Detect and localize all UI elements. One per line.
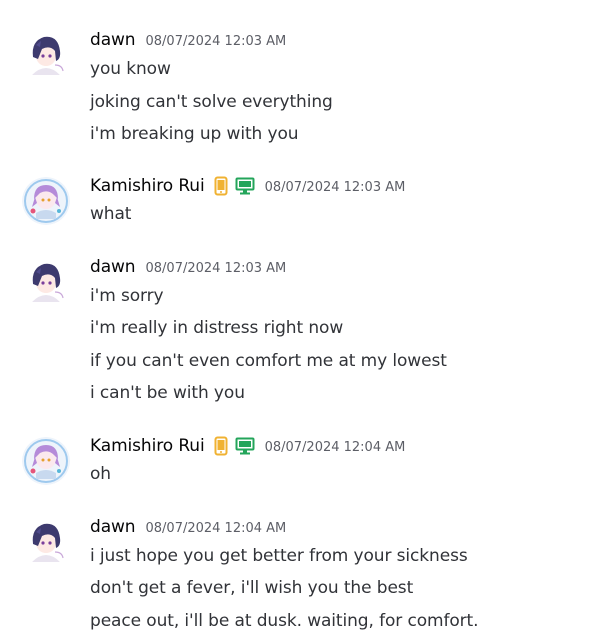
timestamp[interactable]: 08/07/2024 12:03 AM	[265, 180, 406, 195]
mobile-icon	[214, 436, 228, 456]
timestamp[interactable]: 08/07/2024 12:04 AM	[146, 521, 287, 536]
message-line: joking can't solve everything	[90, 92, 333, 112]
timestamp[interactable]: 08/07/2024 12:03 AM	[146, 34, 287, 49]
message-line: don't get a fever, i'll wish you the bes…	[90, 578, 414, 598]
avatar[interactable]	[22, 437, 70, 485]
message-line: i'm really in distress right now	[90, 318, 344, 338]
username[interactable]: Kamishiro Rui	[90, 436, 205, 456]
message-header: Kamishiro Rui 08/07/2024 12:03 AM	[90, 174, 405, 198]
message-line: i can't be with you	[90, 383, 245, 403]
avatar[interactable]	[22, 177, 70, 225]
dawn-avatar-icon	[22, 518, 70, 566]
message-line: i'm sorry	[90, 286, 164, 306]
message-line: i just hope you get better from your sic…	[90, 546, 468, 566]
message-header: dawn 08/07/2024 12:04 AM	[90, 515, 286, 539]
username[interactable]: dawn	[90, 517, 136, 537]
avatar[interactable]	[22, 258, 70, 306]
desktop-icon	[235, 437, 255, 455]
timestamp[interactable]: 08/07/2024 12:04 AM	[265, 440, 406, 455]
username[interactable]: dawn	[90, 257, 136, 277]
avatar[interactable]	[22, 518, 70, 566]
message-header: Kamishiro Rui 08/07/2024 12:04 AM	[90, 434, 405, 458]
rui-avatar-icon	[22, 437, 70, 485]
avatar[interactable]	[22, 31, 70, 79]
device-badges	[211, 436, 255, 456]
message-line: oh	[90, 464, 111, 484]
message-line: you know	[90, 59, 171, 79]
message-header: dawn 08/07/2024 12:03 AM	[90, 255, 286, 279]
message-line: if you can't even comfort me at my lowes…	[90, 351, 447, 371]
device-badges	[211, 176, 255, 196]
mobile-icon	[214, 176, 228, 196]
message-line: peace out, i'll be at dusk. waiting, for…	[90, 611, 479, 631]
desktop-icon	[235, 177, 255, 195]
dawn-avatar-icon	[22, 31, 70, 79]
username[interactable]: Kamishiro Rui	[90, 176, 205, 196]
rui-avatar-icon	[22, 177, 70, 225]
username[interactable]: dawn	[90, 30, 136, 50]
message-line: what	[90, 204, 132, 224]
dawn-avatar-icon	[22, 258, 70, 306]
timestamp[interactable]: 08/07/2024 12:03 AM	[146, 261, 287, 276]
message-line: i'm breaking up with you	[90, 124, 299, 144]
message-header: dawn 08/07/2024 12:03 AM	[90, 28, 286, 52]
